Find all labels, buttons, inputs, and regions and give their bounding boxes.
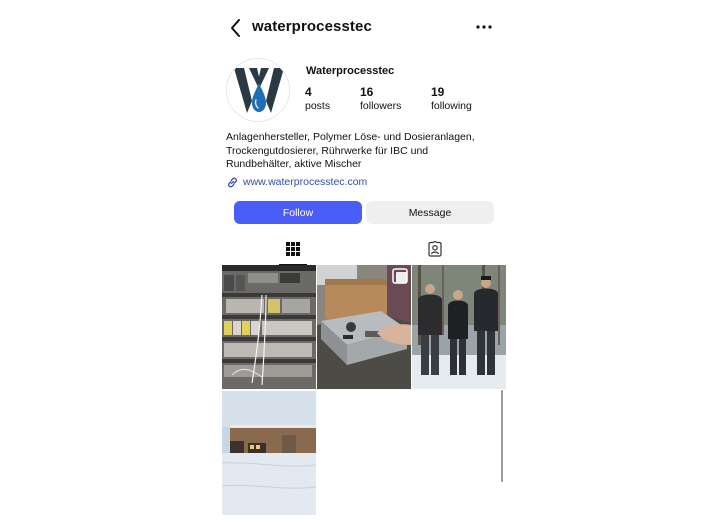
scrollbar[interactable] <box>501 390 503 482</box>
stat-value: 16 <box>360 85 374 99</box>
stat-posts[interactable]: 4 posts <box>305 85 330 113</box>
message-button[interactable]: Message <box>366 201 494 224</box>
chevron-left-icon[interactable] <box>228 17 244 39</box>
link-icon <box>228 177 237 187</box>
stat-label: following <box>431 100 472 112</box>
profile-link[interactable]: www.waterprocesstec.com <box>226 175 367 189</box>
stat-label: posts <box>305 100 331 112</box>
control-cabinet-image <box>222 265 316 389</box>
profile-name: Waterprocesstec <box>306 65 395 77</box>
tagged-person-icon <box>428 241 442 257</box>
profile-bio: Anlagenhersteller, Polymer Löse- und Dos… <box>226 131 506 172</box>
tab-posts-grid[interactable] <box>222 236 364 265</box>
posts-grid <box>222 265 506 517</box>
profile-header: waterprocesstec <box>222 14 506 42</box>
profile-stats: 4 posts 16 followers 19 following <box>305 85 505 117</box>
profile-tabs <box>222 236 506 265</box>
grid-icon <box>286 242 300 256</box>
building-snow-image <box>222 391 316 515</box>
page-title: waterprocesstec <box>252 18 372 35</box>
stat-label: followers <box>360 100 402 112</box>
stat-value: 19 <box>431 85 445 99</box>
stat-value: 4 <box>305 85 312 99</box>
bio-line: Anlagenhersteller, Polymer Löse- und Dos… <box>226 131 475 143</box>
post-thumbnail[interactable] <box>222 265 316 389</box>
team-photo-image <box>412 265 506 389</box>
dosing-unit-image <box>317 265 411 389</box>
stat-following[interactable]: 19 following <box>431 85 472 113</box>
waterprocesstec-logo <box>234 68 284 113</box>
more-horizontal-icon[interactable] <box>474 17 494 37</box>
bio-line: Rundbehälter, aktive Mischer <box>226 158 362 170</box>
bio-line: Trockengutdosierer, Rührwerke für IBC un… <box>226 144 429 157</box>
follow-button[interactable]: Follow <box>234 201 362 224</box>
post-thumbnail[interactable] <box>222 391 316 515</box>
tab-tagged[interactable] <box>364 236 506 265</box>
post-thumbnail[interactable] <box>317 265 411 389</box>
stat-followers[interactable]: 16 followers <box>360 85 401 113</box>
avatar[interactable] <box>226 58 290 122</box>
post-thumbnail[interactable] <box>412 265 506 389</box>
website-link[interactable]: www.waterprocesstec.com <box>243 176 367 188</box>
